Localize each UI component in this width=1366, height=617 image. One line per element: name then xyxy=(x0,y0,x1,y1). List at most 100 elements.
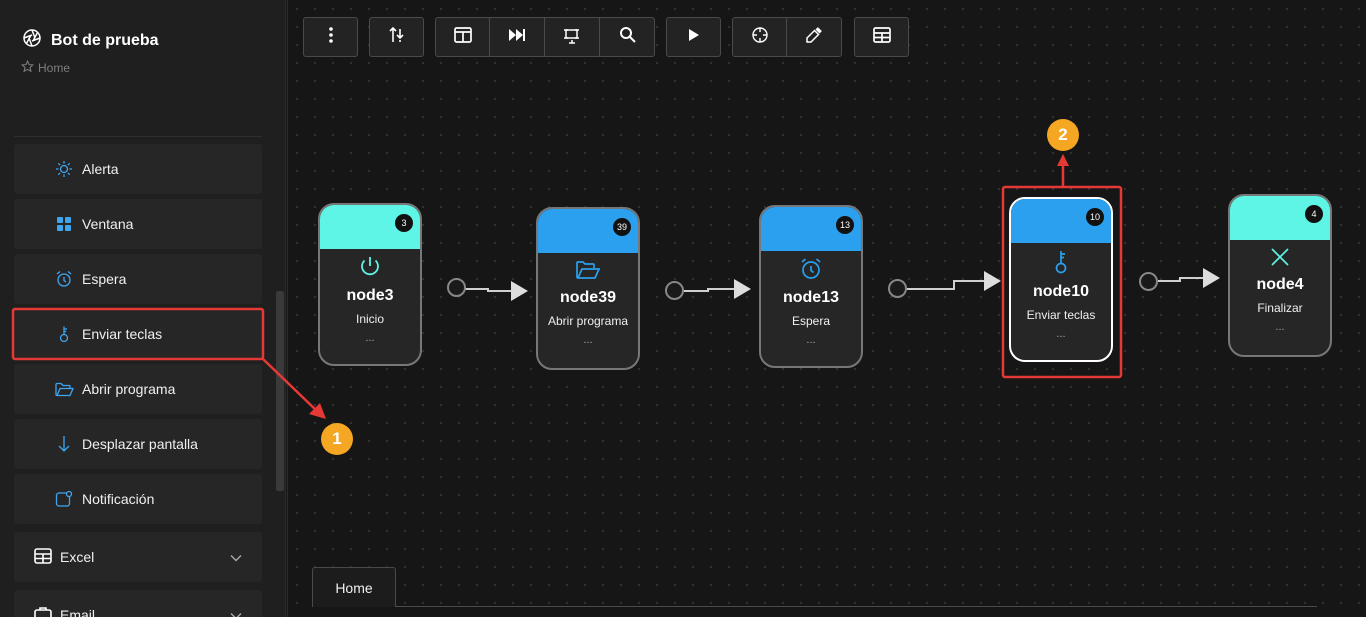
callout-badge-2: 2 xyxy=(1047,119,1079,151)
key-icon xyxy=(54,324,74,344)
node-more[interactable]: ... xyxy=(320,332,420,344)
toolbar-group-view xyxy=(435,17,655,57)
node-header: 3 xyxy=(320,205,420,249)
sun-icon xyxy=(54,159,74,179)
search-button[interactable] xyxy=(600,17,655,57)
node-more[interactable]: ... xyxy=(1230,321,1330,333)
node-name: node39 xyxy=(559,289,616,306)
flow-node-node3[interactable]: 3 node3 Inicio ... xyxy=(318,203,422,366)
star-icon[interactable] xyxy=(20,59,35,76)
folder-open-icon xyxy=(538,259,638,281)
sidebar-item-notificacion[interactable]: Notificación xyxy=(14,474,262,524)
toolbar-group-pick xyxy=(732,17,842,57)
connector-node39-node13 xyxy=(684,288,735,292)
node-type: Espera xyxy=(791,314,831,328)
layout-columns-icon xyxy=(453,26,472,48)
node-type: Abrir programa xyxy=(547,314,629,328)
key-icon xyxy=(1011,249,1111,275)
flow-node-node4[interactable]: 4 node4 Finalizar ... xyxy=(1228,194,1332,357)
play-button[interactable] xyxy=(666,17,721,57)
output-port[interactable] xyxy=(447,278,466,297)
transform-button[interactable] xyxy=(545,17,600,57)
sidebar-divider xyxy=(14,136,262,137)
node-type: Inicio xyxy=(355,312,384,326)
eyedropper-button[interactable] xyxy=(787,17,842,57)
folder-open-icon xyxy=(54,379,74,399)
sidebar-item-enviar-teclas[interactable]: Enviar teclas xyxy=(14,309,262,359)
node-badge: 13 xyxy=(836,216,854,234)
node-name: node10 xyxy=(1032,283,1089,300)
crosshair-button[interactable] xyxy=(732,17,787,57)
arrowhead xyxy=(511,281,528,301)
chevron-down-icon[interactable] xyxy=(230,549,242,565)
chevron-down-icon[interactable] xyxy=(230,607,242,617)
sort-button[interactable] xyxy=(369,17,424,57)
more-vertical-icon xyxy=(328,26,333,48)
skip-forward-button[interactable] xyxy=(490,17,545,57)
sidebar-item-ventana[interactable]: Ventana xyxy=(14,199,262,249)
crosshair-icon xyxy=(751,26,769,49)
node-header: 4 xyxy=(1230,196,1330,240)
sidebar-group-excel[interactable]: Excel xyxy=(14,532,262,582)
arrowhead xyxy=(984,271,1001,291)
bot-title: Bot de prueba xyxy=(51,31,159,49)
sidebar-item-label: Enviar teclas xyxy=(82,326,163,342)
sidebar-item-alerta[interactable]: Alerta xyxy=(14,144,262,194)
sidebar-group-label: Excel xyxy=(60,549,95,565)
sidebar: Bot de prueba Home Alerta Ventana Espera… xyxy=(0,0,286,617)
flow-node-node10[interactable]: 10 node10 Enviar teclas ... xyxy=(1009,197,1113,362)
power-icon xyxy=(320,255,420,279)
sidebar-item-desplazar-pantalla[interactable]: Desplazar pantalla xyxy=(14,419,262,469)
toolbar-group-table xyxy=(854,17,909,57)
toolbar-group-sort xyxy=(369,17,424,57)
output-port[interactable] xyxy=(1139,272,1158,291)
table-button[interactable] xyxy=(854,17,909,57)
connector-node10-node4 xyxy=(1158,277,1204,282)
node-type: Enviar teclas xyxy=(1026,308,1096,322)
toolbar-group-run xyxy=(666,17,721,57)
node-name: node3 xyxy=(346,287,394,304)
output-port[interactable] xyxy=(665,281,684,300)
search-icon xyxy=(619,26,636,48)
sidebar-item-abrir-programa[interactable]: Abrir programa xyxy=(14,364,262,414)
node-badge: 3 xyxy=(395,214,413,232)
table-icon xyxy=(872,26,891,48)
tab-bar: Home xyxy=(312,567,1317,607)
bot-header: Bot de prueba xyxy=(22,28,159,53)
sidebar-item-label: Notificación xyxy=(82,491,155,507)
sidebar-item-label: Desplazar pantalla xyxy=(82,436,198,452)
layout-button[interactable] xyxy=(435,17,490,57)
sidebar-scrollbar[interactable] xyxy=(276,291,284,491)
node-more[interactable]: ... xyxy=(761,334,861,346)
transform-icon xyxy=(563,26,581,49)
more-options-button[interactable] xyxy=(303,17,358,57)
flow-canvas[interactable]: 3 node3 Inicio ... 39 node39 Abrir progr… xyxy=(287,0,1366,617)
output-port[interactable] xyxy=(888,279,907,298)
node-badge: 10 xyxy=(1086,208,1104,226)
node-more[interactable]: ... xyxy=(538,334,638,346)
flow-node-node13[interactable]: 13 node13 Espera ... xyxy=(759,205,863,368)
breadcrumb[interactable]: Home xyxy=(20,59,70,76)
eyedropper-icon xyxy=(805,26,823,49)
breadcrumb-home[interactable]: Home xyxy=(38,61,70,75)
sidebar-item-label: Abrir programa xyxy=(82,381,176,397)
node-badge: 39 xyxy=(613,218,631,236)
sidebar-item-espera[interactable]: Espera xyxy=(14,254,262,304)
node-header: 13 xyxy=(761,207,861,251)
callout-badge-1: 1 xyxy=(321,423,353,455)
skip-forward-icon xyxy=(508,28,526,47)
arrowhead xyxy=(1203,268,1220,288)
sidebar-group-label: Email xyxy=(60,607,96,617)
sidebar-group-email[interactable]: Email xyxy=(14,590,262,617)
flow-node-node39[interactable]: 39 node39 Abrir programa ... xyxy=(536,207,640,370)
node-header: 10 xyxy=(1011,199,1111,243)
sidebar-item-label: Ventana xyxy=(82,216,134,232)
node-more[interactable]: ... xyxy=(1011,328,1111,340)
node-badge: 4 xyxy=(1305,205,1323,223)
arrow-down-icon xyxy=(54,434,74,454)
node-type: Finalizar xyxy=(1257,301,1303,315)
sidebar-item-label: Alerta xyxy=(82,161,119,177)
alarm-clock-icon xyxy=(761,257,861,281)
node-name: node4 xyxy=(1256,276,1304,293)
tab-home[interactable]: Home xyxy=(312,567,396,607)
